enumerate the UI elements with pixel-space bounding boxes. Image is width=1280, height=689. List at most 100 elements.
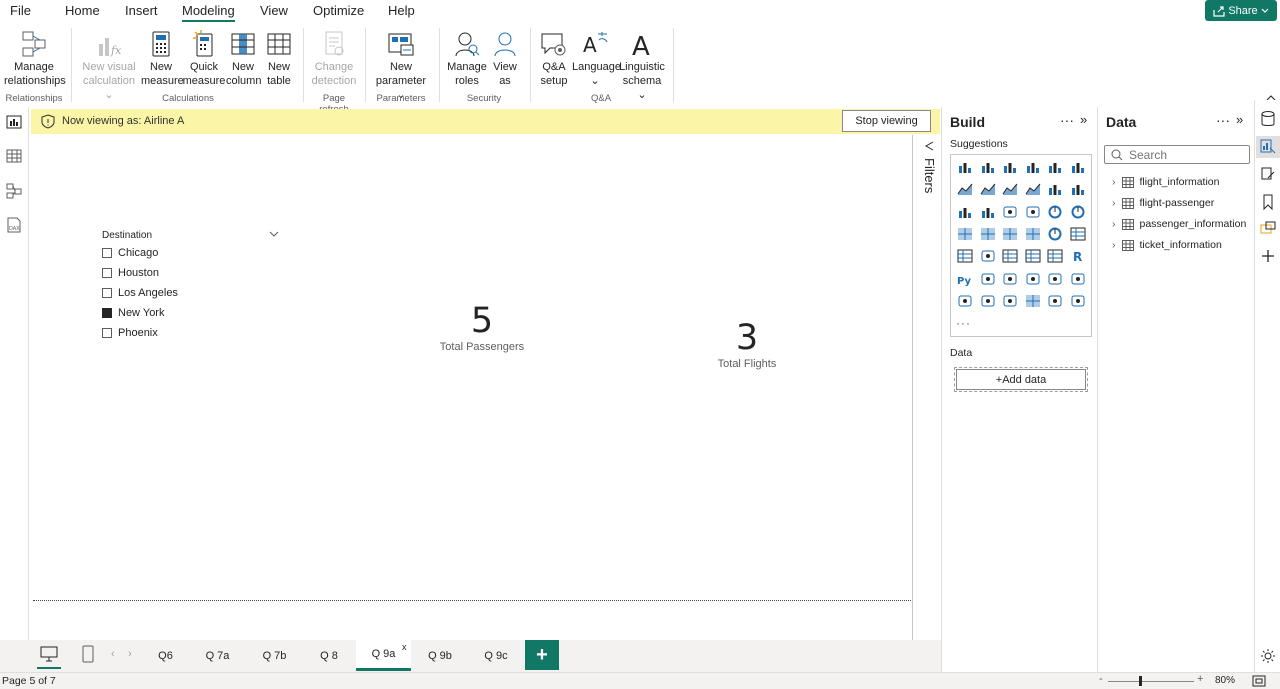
stop-viewing-button[interactable]: Stop viewing: [842, 110, 931, 132]
pie-chart-icon[interactable]: [1047, 205, 1063, 219]
zoom-out-icon[interactable]: -: [1099, 673, 1103, 685]
waterfall-chart-icon[interactable]: [1047, 182, 1063, 196]
report-view-icon[interactable]: [6, 115, 22, 129]
filters-label[interactable]: Filters: [922, 158, 937, 193]
slicer-item-houston[interactable]: Houston: [102, 266, 159, 280]
total-passengers-card[interactable]: 5 Total Passengers: [432, 301, 532, 353]
mobile-layout-icon[interactable]: [82, 645, 94, 663]
fit-to-page-icon[interactable]: [1252, 675, 1266, 687]
line-chart-icon[interactable]: [957, 182, 973, 196]
linguistic-schema-button[interactable]: A Linguistic schema ⌄: [619, 30, 665, 102]
table-visual-icon[interactable]: [1025, 249, 1041, 263]
settings-gear-icon[interactable]: [1260, 648, 1276, 664]
menu-optimize[interactable]: Optimize: [313, 3, 364, 18]
format-icon[interactable]: [1260, 166, 1276, 182]
collapse-pane-icon[interactable]: »: [1080, 112, 1087, 127]
add-pane-icon[interactable]: [1260, 248, 1276, 264]
zoom-in-icon[interactable]: +: [1197, 673, 1203, 685]
r-visual-icon[interactable]: R: [1070, 249, 1086, 263]
tab-q9b[interactable]: Q 9b: [413, 640, 467, 671]
filled-map-icon[interactable]: [1002, 227, 1018, 241]
tab-q8[interactable]: Q 8: [304, 640, 354, 671]
power-apps-icon[interactable]: [980, 294, 996, 308]
key-influencers-icon[interactable]: [980, 272, 996, 286]
slicer-item-los-angeles[interactable]: Los Angeles: [102, 286, 178, 300]
filters-pane-collapsed[interactable]: [913, 135, 941, 640]
slicer-item-chicago[interactable]: Chicago: [102, 246, 158, 260]
arcgis-map-icon[interactable]: [1025, 294, 1041, 308]
area-chart-icon[interactable]: [980, 182, 996, 196]
add-page-button[interactable]: +: [525, 640, 559, 670]
new-table-button[interactable]: New table: [262, 30, 296, 88]
collapse-pane-icon[interactable]: »: [1236, 112, 1243, 127]
change-detection-button[interactable]: Change detection: [307, 30, 361, 88]
filters-collapse-icon[interactable]: [923, 140, 935, 152]
table-flight-passenger[interactable]: › flight-passenger: [1112, 196, 1214, 210]
checkbox[interactable]: [102, 268, 112, 278]
new-column-button[interactable]: New column: [226, 30, 261, 88]
scatter-chart-icon[interactable]: [1025, 205, 1041, 219]
zoom-slider-track[interactable]: [1108, 681, 1194, 682]
scroll-right-icon[interactable]: ›: [128, 648, 132, 660]
chevron-right-icon[interactable]: ›: [1112, 197, 1116, 209]
chevron-right-icon[interactable]: ›: [1112, 239, 1116, 251]
menu-modeling[interactable]: Modeling: [182, 3, 235, 22]
clustered-bar-chart-icon[interactable]: [1002, 160, 1018, 174]
chevron-visual-icon[interactable]: [1070, 294, 1086, 308]
column-line-chart-icon[interactable]: [980, 205, 996, 219]
more-options-icon[interactable]: ···: [1060, 112, 1074, 128]
selection-icon[interactable]: [1260, 221, 1276, 237]
python-visual-icon[interactable]: Py: [957, 272, 973, 286]
chevron-right-icon[interactable]: ›: [1112, 176, 1116, 188]
line-column-chart-icon[interactable]: [1070, 182, 1086, 196]
ribbon-chart-icon[interactable]: [1025, 182, 1041, 196]
tab-q9c[interactable]: Q 9c: [469, 640, 523, 671]
manage-relationships-button[interactable]: Manage relationships: [4, 30, 66, 88]
multirow-card-icon[interactable]: [957, 249, 973, 263]
paginated-report-icon[interactable]: [957, 294, 973, 308]
add-data-button[interactable]: +Add data: [956, 369, 1086, 390]
checkbox-checked[interactable]: [102, 308, 112, 318]
tab-q7a[interactable]: Q 7a: [190, 640, 245, 671]
menu-home[interactable]: Home: [65, 3, 100, 18]
100-stacked-bar-chart-icon[interactable]: [1047, 160, 1063, 174]
total-flights-card[interactable]: 3 Total Flights: [697, 318, 797, 370]
funnel-chart-icon[interactable]: [1002, 205, 1018, 219]
data-pane-icon[interactable]: [1260, 110, 1276, 128]
model-view-icon[interactable]: [6, 183, 22, 199]
zoom-slider-thumb[interactable]: [1139, 676, 1142, 686]
new-parameter-button[interactable]: New parameter ⌄: [370, 30, 432, 102]
slicer-item-new-york[interactable]: New York: [102, 306, 164, 320]
line-stacked-column-icon[interactable]: [957, 205, 973, 219]
chevron-down-icon[interactable]: [269, 230, 279, 238]
checkbox[interactable]: [102, 328, 112, 338]
table-ticket-information[interactable]: › ticket_information: [1112, 238, 1222, 252]
new-measure-button[interactable]: New measure: [141, 30, 184, 88]
metrics-icon[interactable]: [1070, 272, 1086, 286]
dax-query-view-icon[interactable]: DAX: [6, 217, 22, 233]
diamond-visual-icon[interactable]: [1047, 294, 1063, 308]
new-visual-calculation-button[interactable]: fx New visual calculation ⌄: [78, 30, 140, 102]
manage-roles-button[interactable]: Manage roles: [446, 30, 488, 88]
build-pane-tab-active[interactable]: [1256, 136, 1280, 158]
language-button[interactable]: A Language ⌄: [572, 30, 621, 88]
matrix-icon[interactable]: [1047, 249, 1063, 263]
narrative-icon[interactable]: [1047, 272, 1063, 286]
menu-view[interactable]: View: [260, 3, 288, 18]
gauge-icon[interactable]: [1047, 227, 1063, 241]
chevron-right-icon[interactable]: ›: [1112, 218, 1116, 230]
table-view-icon[interactable]: [6, 149, 22, 163]
kpi-icon[interactable]: [980, 249, 996, 263]
menu-help[interactable]: Help: [388, 3, 415, 18]
clustered-column-chart-icon[interactable]: [1025, 160, 1041, 174]
more-visuals-icon[interactable]: ···: [956, 316, 971, 330]
quick-measure-button[interactable]: Quick measure: [182, 30, 226, 88]
table-passenger-information[interactable]: › passenger_information: [1112, 217, 1246, 231]
search-input[interactable]: [1129, 148, 1239, 162]
checkbox[interactable]: [102, 288, 112, 298]
desktop-layout-icon[interactable]: [40, 646, 58, 662]
bookmark-icon[interactable]: [1260, 194, 1276, 210]
slicer-icon[interactable]: [1002, 249, 1018, 263]
checkbox[interactable]: [102, 248, 112, 258]
menu-insert[interactable]: Insert: [125, 3, 158, 18]
